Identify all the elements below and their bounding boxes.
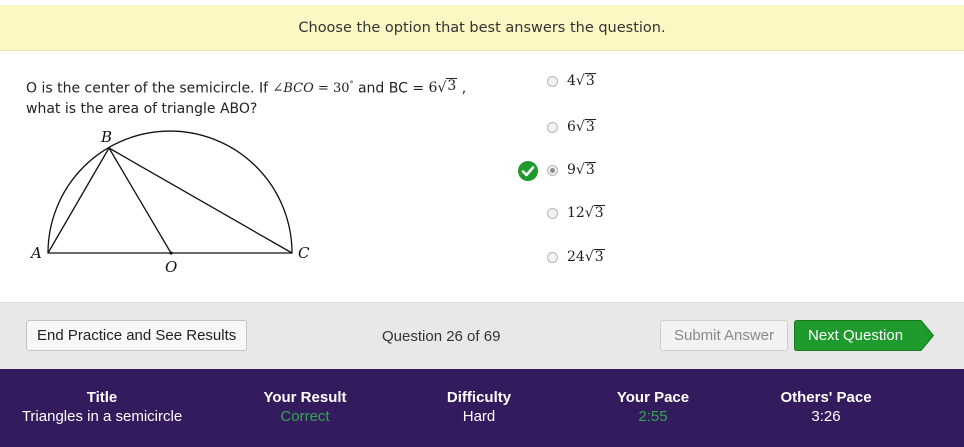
option-coef: 9 xyxy=(567,162,576,178)
stat-difficulty-value: Hard xyxy=(462,408,496,425)
option-e[interactable]: 24 √ 3 xyxy=(547,249,605,265)
radio-icon[interactable] xyxy=(547,75,558,87)
instruction-banner: Choose the option that best answers the … xyxy=(0,5,964,51)
semicircle-figure: A B C O xyxy=(26,126,326,282)
segment-ab xyxy=(47,147,110,254)
question-line-2: what is the area of triangle ABO? xyxy=(26,101,258,118)
stat-your-pace: Your Pace 2:55 xyxy=(593,389,713,425)
question-text-part1: O is the center of the semicircle. If xyxy=(26,80,273,97)
angle-symbol: ∠ xyxy=(272,81,284,97)
stat-title-label: Title xyxy=(86,389,118,406)
option-radicand: 3 xyxy=(593,205,605,221)
question-text-part2: and BC = xyxy=(353,80,429,97)
bc-coef: 6 xyxy=(428,80,438,97)
label-a: A xyxy=(31,244,42,262)
option-radicand: 3 xyxy=(584,73,596,89)
angle-name: BCO xyxy=(283,81,314,97)
bc-radicand: 3 xyxy=(446,78,458,95)
option-coef: 24 xyxy=(567,249,585,265)
option-b[interactable]: 6 √ 3 xyxy=(547,119,596,135)
label-o: O xyxy=(165,258,178,276)
next-question-label: Next Question xyxy=(808,327,904,344)
label-c: C xyxy=(298,244,310,262)
question-progress: Question 26 of 69 xyxy=(382,328,501,345)
stat-difficulty-label: Difficulty xyxy=(446,389,512,406)
stat-your-pace-label: Your Pace xyxy=(616,389,690,406)
radio-icon[interactable] xyxy=(547,164,558,176)
angle-value: = 30 xyxy=(313,81,350,97)
stat-others-pace-value: 3:26 xyxy=(811,408,841,425)
bc-value: 6 √ 3 xyxy=(428,78,458,97)
question-text: O is the center of the semicircle. If ∠B… xyxy=(26,74,496,120)
question-comma: , xyxy=(457,80,467,97)
instruction-text: Choose the option that best answers the … xyxy=(298,19,666,36)
next-question-button[interactable]: Next Question xyxy=(794,320,934,351)
radio-icon[interactable] xyxy=(547,207,558,219)
end-practice-button[interactable]: End Practice and See Results xyxy=(26,320,248,351)
option-a[interactable]: 4 √ 3 xyxy=(547,73,596,89)
stat-title-value: Triangles in a semicircle xyxy=(21,408,183,425)
option-radicand: 3 xyxy=(593,249,605,265)
option-coef: 6 xyxy=(567,119,576,135)
question-line-1: O is the center of the semicircle. If ∠B… xyxy=(26,74,496,99)
stat-others-pace-label: Others' Pace xyxy=(780,389,872,406)
stat-result-label: Your Result xyxy=(263,389,347,406)
center-point xyxy=(169,251,173,255)
option-radicand: 3 xyxy=(584,162,596,178)
stat-others-pace: Others' Pace 3:26 xyxy=(766,389,886,425)
stat-title: Title Triangles in a semicircle xyxy=(2,389,202,425)
angle-expression: ∠BCO = 30° xyxy=(272,80,353,97)
stats-footer: Title Triangles in a semicircle Your Res… xyxy=(0,369,964,447)
segment-bo xyxy=(108,147,172,254)
stat-difficulty: Difficulty Hard xyxy=(419,389,539,425)
option-c[interactable]: 9 √ 3 xyxy=(547,162,596,178)
check-circle-icon xyxy=(518,161,538,181)
radio-icon[interactable] xyxy=(547,121,558,133)
stat-result: Your Result Correct xyxy=(245,389,365,425)
stat-your-pace-value: 2:55 xyxy=(638,408,668,425)
option-coef: 4 xyxy=(567,73,576,89)
segment-bc xyxy=(108,147,293,254)
stat-result-value: Correct xyxy=(280,408,330,425)
label-b: B xyxy=(101,128,113,146)
action-toolbar: End Practice and See Results Question 26… xyxy=(0,302,964,370)
radio-icon[interactable] xyxy=(547,251,558,263)
option-radicand: 3 xyxy=(584,119,596,135)
semicircle-arc xyxy=(47,130,293,254)
option-coef: 12 xyxy=(567,205,585,221)
submit-answer-button[interactable]: Submit Answer xyxy=(660,320,788,351)
option-d[interactable]: 12 √ 3 xyxy=(547,205,605,221)
